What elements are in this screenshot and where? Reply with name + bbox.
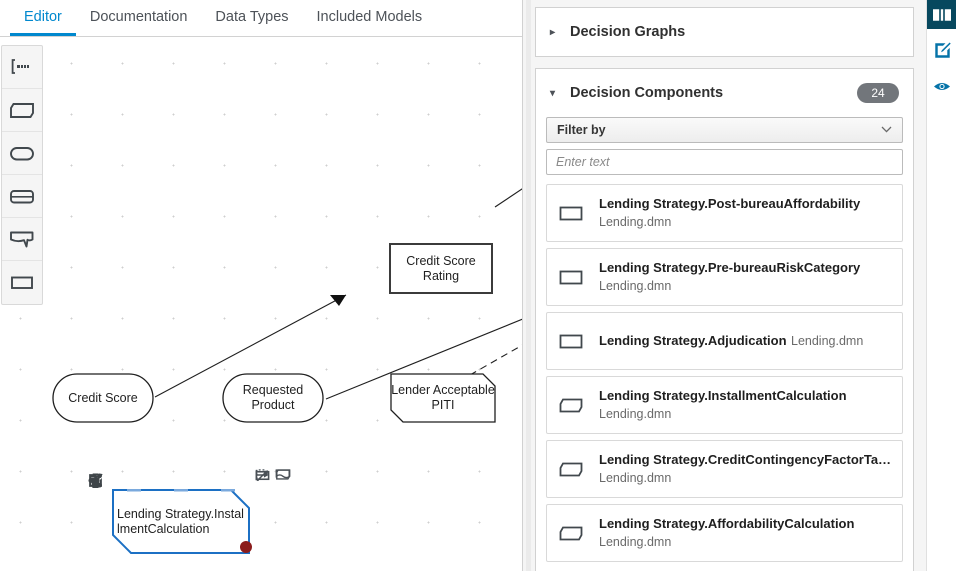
palette-decision-tool[interactable] — [2, 261, 42, 304]
chevron-down-icon: ▾ — [550, 87, 556, 99]
node-label-credit-score-rating: Credit Score Rating — [406, 253, 476, 283]
chevron-down-icon — [881, 125, 892, 136]
rail-button-properties[interactable] — [927, 36, 956, 65]
list-item-subtitle: Lending.dmn — [599, 215, 672, 229]
diagram-palette — [1, 45, 43, 305]
node-label-lender-acceptable-piti: Lender Acceptable PITI — [391, 383, 495, 412]
decision-components-body: Filter by Lending Strategy.Post- — [536, 117, 913, 571]
list-item[interactable]: Lending Strategy.Adjudication Lending.dm… — [546, 312, 903, 370]
decision-components-count-badge: 24 — [857, 83, 899, 103]
create-association-button[interactable] — [255, 470, 275, 540]
pencil-square-icon — [934, 42, 951, 58]
business-knowledge-model-icon — [10, 102, 34, 118]
palette-knowledge-source-tool[interactable] — [2, 175, 42, 218]
filter-by-label: Filter by — [557, 123, 606, 137]
business-knowledge-model-icon — [559, 462, 599, 477]
palette-select-tool[interactable] — [2, 46, 42, 89]
business-knowledge-model-icon — [559, 526, 599, 541]
decision-icon — [559, 270, 599, 285]
rail-button-preview[interactable] — [927, 72, 956, 101]
list-item-subtitle: Lending.dmn — [599, 535, 672, 549]
list-item-title: Lending Strategy.Adjudication — [599, 333, 787, 348]
list-item[interactable]: Lending Strategy.InstallmentCalculation … — [546, 376, 903, 434]
chevron-right-icon: ▸ — [550, 26, 556, 38]
accordion-decision-components: ▾ Decision Components 24 Filter by Enter… — [535, 68, 914, 571]
node-context-toolbar-left — [88, 473, 108, 551]
rail-button-overview[interactable] — [927, 0, 956, 29]
decision-icon — [559, 334, 599, 349]
decision-icon — [11, 276, 33, 289]
tab-documentation[interactable]: Documentation — [76, 0, 202, 36]
add-decision-button[interactable] — [255, 470, 275, 566]
list-item-subtitle: Lending.dmn — [599, 279, 672, 293]
dmn-editor-window: Editor Documentation Data Types Included… — [0, 0, 956, 571]
map-icon — [933, 7, 951, 22]
list-item-subtitle: Lending.dmn — [599, 471, 672, 485]
lasso-icon — [11, 59, 29, 74]
palette-text-annotation-tool[interactable] — [2, 218, 42, 261]
palette-input-data-tool[interactable] — [2, 132, 42, 175]
create-connection-button[interactable] — [255, 469, 275, 514]
list-item-title: Lending Strategy.CreditContingencyFactor… — [599, 452, 890, 467]
eye-icon — [934, 83, 950, 90]
list-item-subtitle: Lending.dmn — [791, 334, 864, 348]
decision-components-search-input[interactable] — [546, 149, 903, 175]
text-annotation-icon — [10, 231, 34, 247]
list-item[interactable]: Lending Strategy.AffordabilityCalculatio… — [546, 504, 903, 562]
accordion-decision-components-header[interactable]: ▾ Decision Components 24 — [536, 69, 913, 117]
decision-components-list: Lending Strategy.Post-bureauAffordabilit… — [546, 184, 903, 562]
share-node-button[interactable] — [88, 473, 108, 545]
node-context-toolbar-right — [255, 468, 275, 571]
knowledge-source-icon — [10, 189, 34, 203]
node-label-lending-strategy-installment-calculation: Lending Strategy.InstallmentCalculation — [117, 506, 244, 536]
accordion-decision-graphs-header[interactable]: ▸ Decision Graphs — [536, 8, 913, 56]
list-item[interactable]: Lending Strategy.Post-bureauAffordabilit… — [546, 184, 903, 242]
tab-editor[interactable]: Editor — [10, 0, 76, 36]
editor-tab-bar: Editor Documentation Data Types Included… — [0, 0, 540, 37]
list-item-subtitle: Lending.dmn — [599, 407, 672, 421]
business-knowledge-model-icon — [559, 398, 599, 413]
tab-data-types[interactable]: Data Types — [201, 0, 302, 36]
list-item-title: Lending Strategy.Post-bureauAffordabilit… — [599, 196, 861, 211]
decision-icon — [255, 470, 270, 481]
accordion-decision-graphs-title: Decision Graphs — [570, 24, 686, 40]
right-sidebar-panel: ▸ Decision Graphs ▾ Decision Components … — [522, 0, 926, 571]
dmn-diagram-canvas[interactable]: Credit Score Rating Credit Score Request… — [0, 37, 540, 571]
add-knowledge-source-button[interactable] — [275, 469, 295, 514]
accordion-decision-graphs: ▸ Decision Graphs — [535, 7, 914, 57]
knowledge-source-icon — [275, 469, 291, 479]
list-item-title: Lending Strategy.Pre-bureauRiskCategory — [599, 260, 861, 275]
accordion-decision-components-title: Decision Components — [570, 85, 724, 101]
sidebar-scroll-track[interactable] — [526, 0, 531, 571]
edit-node-button[interactable] — [88, 473, 108, 519]
right-icon-rail — [926, 0, 956, 571]
node-label-credit-score: Credit Score — [68, 390, 138, 405]
list-item-title: Lending Strategy.InstallmentCalculation — [599, 388, 847, 403]
node-context-toolbar-right-extra — [275, 468, 295, 520]
input-data-icon — [10, 146, 34, 160]
filter-by-dropdown[interactable]: Filter by — [546, 117, 903, 143]
list-item-title: Lending Strategy.AffordabilityCalculatio… — [599, 516, 855, 531]
decision-icon — [559, 206, 599, 221]
palette-bkm-tool[interactable] — [2, 89, 42, 132]
share-icon — [88, 473, 102, 488]
list-item[interactable]: Lending Strategy.Pre-bureauRiskCategory … — [546, 248, 903, 306]
list-item[interactable]: Lending Strategy.CreditContingencyFactor… — [546, 440, 903, 498]
tab-included-models[interactable]: Included Models — [303, 0, 437, 36]
node-label-requested-product: Requested Product — [242, 383, 304, 412]
